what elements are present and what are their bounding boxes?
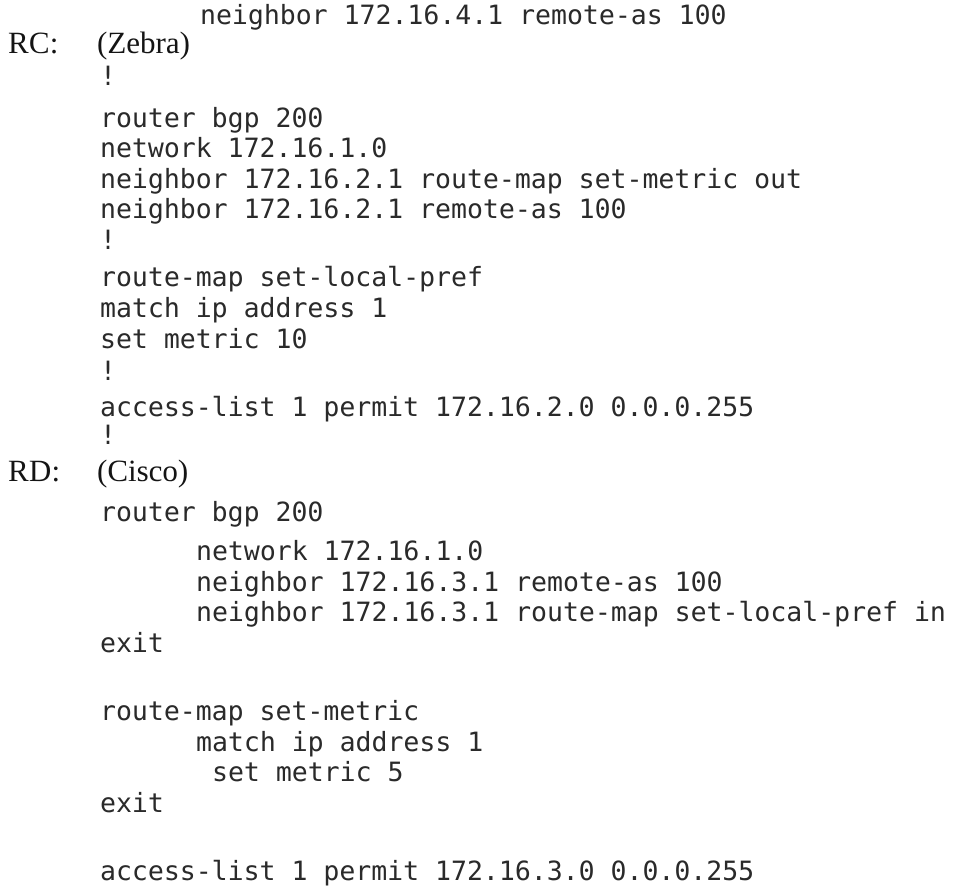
- config-line-router-bgp-200-rd: router bgp 200: [100, 497, 324, 528]
- config-separator-bang: !: [100, 61, 116, 92]
- config-separator-bang: !: [100, 225, 116, 256]
- config-line-neighbor-remote-as-100-rd: neighbor 172.16.3.1 remote-as 100: [196, 567, 723, 598]
- configuration-listing-page: neighbor 172.16.4.1 remote-as 100 RC: (Z…: [0, 0, 960, 887]
- config-line-set-metric-10: set metric 10: [100, 324, 308, 355]
- vendor-name-cisco: (Cisco): [97, 453, 189, 488]
- config-line-router-bgp-200-rc: router bgp 200: [100, 103, 324, 134]
- config-line-exit-router-bgp: exit: [100, 628, 164, 659]
- config-line-neighbor-route-map-set-metric-out: neighbor 172.16.2.1 route-map set-metric…: [100, 164, 802, 195]
- config-line-network-172-16-1-0-rd: network 172.16.1.0: [196, 536, 484, 567]
- config-line-route-map-set-metric: route-map set-metric: [100, 696, 420, 727]
- config-line-neighbor-route-map-set-local-pref-in: neighbor 172.16.3.1 route-map set-local-…: [196, 597, 946, 628]
- section-label-rc: RC:: [8, 25, 59, 60]
- vendor-name-zebra: (Zebra): [97, 25, 190, 60]
- config-line-network-172-16-1-0-rc: network 172.16.1.0: [100, 133, 388, 164]
- config-line-access-list-172-16-3-0: access-list 1 permit 172.16.3.0 0.0.0.25…: [100, 856, 755, 887]
- config-separator-bang: !: [100, 356, 116, 387]
- config-line-exit-route-map: exit: [100, 788, 164, 819]
- config-line-neighbor-remote-as-100-rc: neighbor 172.16.2.1 remote-as 100: [100, 194, 627, 225]
- section-label-rd: RD:: [8, 453, 61, 488]
- config-line-access-list-172-16-2-0: access-list 1 permit 172.16.2.0 0.0.0.25…: [100, 392, 755, 423]
- config-line-route-map-set-local-pref: route-map set-local-pref: [100, 262, 483, 293]
- config-line-match-ip-address-1-rc: match ip address 1: [100, 293, 388, 324]
- config-separator-bang: !: [100, 420, 116, 451]
- config-line-neighbor-172-16-4-1: neighbor 172.16.4.1 remote-as 100: [200, 0, 727, 31]
- config-line-match-ip-address-1-rd: match ip address 1: [196, 727, 484, 758]
- config-line-set-metric-5: set metric 5: [212, 757, 404, 788]
